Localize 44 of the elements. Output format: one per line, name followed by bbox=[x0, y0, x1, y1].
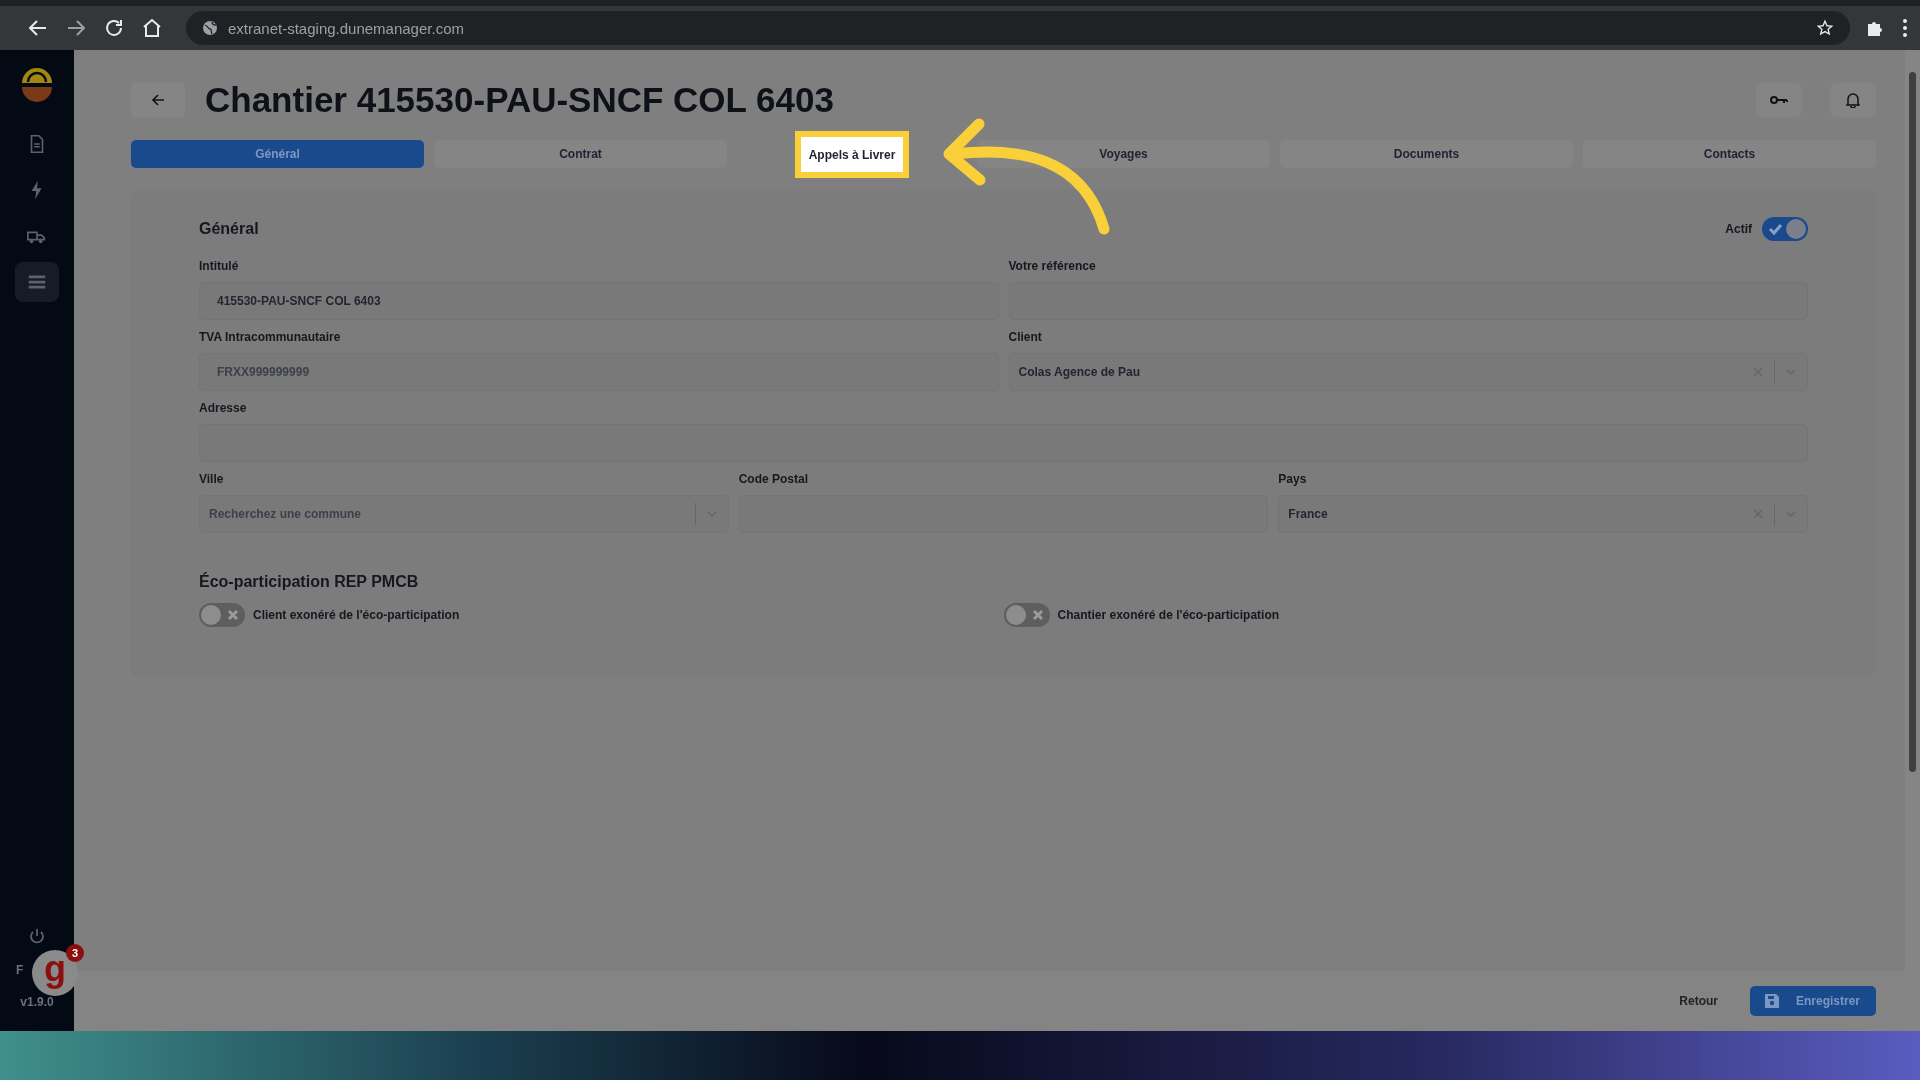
globe-icon bbox=[202, 20, 218, 36]
tab[interactable]: Appels à Livrer bbox=[795, 131, 909, 178]
version-label: v1.9.0 bbox=[20, 995, 54, 1009]
select-field[interactable]: Recherchez une commune bbox=[199, 495, 729, 533]
section-title: Éco-participation REP PMCB bbox=[199, 573, 420, 591]
back-link[interactable]: Retour bbox=[1673, 993, 1724, 1009]
field-label: TVA Intracommunautaire bbox=[199, 330, 342, 344]
bell-icon bbox=[1846, 92, 1860, 108]
tab[interactable]: Contrat bbox=[434, 140, 727, 168]
address-bar[interactable]: extranet-staging.dunemanager.com bbox=[186, 11, 1850, 45]
page-title: Chantier 415530-PAU-SNCF COL 6403 bbox=[205, 80, 835, 120]
logo-icon[interactable] bbox=[20, 68, 54, 102]
save-icon bbox=[1763, 993, 1780, 1009]
bell-button[interactable] bbox=[1830, 83, 1876, 117]
tab[interactable]: Contacts bbox=[1583, 140, 1876, 168]
key-icon bbox=[1770, 95, 1788, 105]
field-label: Client bbox=[1008, 330, 1043, 344]
count-badge: 3 bbox=[66, 944, 84, 962]
field-label: Adresse bbox=[199, 401, 248, 415]
star-icon[interactable] bbox=[1816, 19, 1834, 37]
field-label: Ville bbox=[199, 472, 225, 486]
menu-icon[interactable] bbox=[1902, 16, 1908, 40]
field-label: Intitulé bbox=[199, 259, 240, 273]
input-field[interactable]: 415530-PAU-SNCF COL 6403 bbox=[199, 282, 999, 320]
toggle-label: Client exonéré de l'éco-participation bbox=[253, 608, 460, 622]
toggle-label: Actif bbox=[1725, 222, 1752, 236]
toggle-switch[interactable] bbox=[1762, 217, 1808, 241]
sidebar-item[interactable] bbox=[15, 262, 59, 302]
back-icon bbox=[151, 93, 165, 107]
back-button[interactable] bbox=[131, 82, 185, 118]
field-label: Votre référence bbox=[1008, 259, 1097, 273]
power-icon[interactable] bbox=[28, 927, 46, 945]
key-button[interactable] bbox=[1756, 83, 1802, 117]
tab[interactable]: Général bbox=[131, 140, 424, 168]
tab[interactable]: Documents bbox=[1280, 140, 1573, 168]
toggle-switch[interactable] bbox=[199, 603, 245, 627]
language-label: F bbox=[16, 963, 24, 977]
save-button[interactable]: Enregistrer bbox=[1749, 986, 1876, 1016]
field-label: Code Postal bbox=[738, 472, 810, 486]
field-label: Pays bbox=[1278, 472, 1308, 486]
toggle-switch[interactable] bbox=[1003, 603, 1050, 627]
toggle-label: Chantier exonéré de l'éco-participation bbox=[1057, 608, 1280, 622]
input-field[interactable]: FRXX999999999 bbox=[199, 353, 999, 391]
section-title: Général bbox=[199, 220, 259, 238]
